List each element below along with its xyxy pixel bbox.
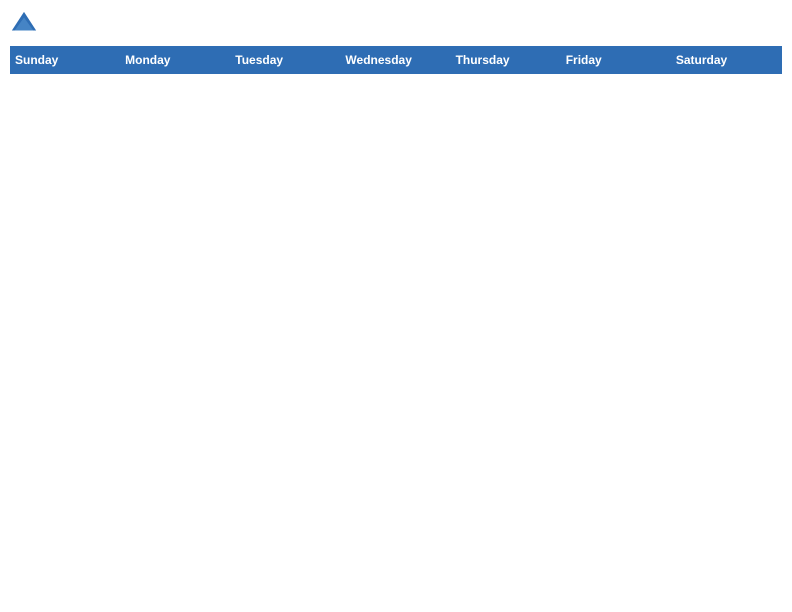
page-header: [10, 10, 782, 38]
col-header-tuesday: Tuesday: [231, 47, 341, 74]
col-header-sunday: Sunday: [11, 47, 121, 74]
logo: [10, 10, 42, 38]
calendar-header-row: SundayMondayTuesdayWednesdayThursdayFrid…: [11, 47, 782, 74]
col-header-saturday: Saturday: [671, 47, 781, 74]
col-header-thursday: Thursday: [451, 47, 561, 74]
logo-icon: [10, 10, 38, 38]
col-header-monday: Monday: [121, 47, 231, 74]
col-header-friday: Friday: [561, 47, 671, 74]
col-header-wednesday: Wednesday: [341, 47, 451, 74]
calendar-table: SundayMondayTuesdayWednesdayThursdayFrid…: [10, 46, 782, 74]
